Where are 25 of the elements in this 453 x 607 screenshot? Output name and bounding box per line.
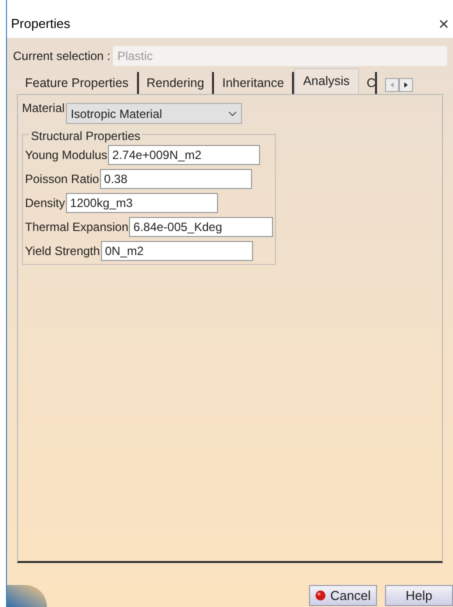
- material-dropdown[interactable]: Isotropic Material: [66, 103, 242, 124]
- field-label: Yield Strength: [25, 243, 100, 260]
- tab[interactable]: Analysis: [294, 68, 359, 94]
- field-label: Poisson Ratio: [25, 171, 100, 188]
- ball-icon: [315, 590, 326, 601]
- tab[interactable]: Feature Properties: [17, 72, 139, 94]
- field-label: Young Modulus: [25, 147, 108, 164]
- logo-drawing: [7, 585, 47, 607]
- scroll-right-icon[interactable]: [398, 78, 413, 92]
- value-field[interactable]: 0N_m2: [100, 241, 253, 261]
- field-label: Thermal Expansion: [25, 219, 128, 236]
- tab[interactable]: Rendering: [138, 72, 214, 94]
- value-field[interactable]: 0.38: [100, 169, 252, 189]
- value-field[interactable]: 2.74e+009N_m2: [108, 145, 260, 165]
- value-field[interactable]: 1200kg_m3: [66, 193, 218, 213]
- window-title: Properties: [11, 15, 70, 34]
- dialog-button[interactable]: Help: [385, 585, 453, 606]
- value-field[interactable]: 6.84e-005_Kdeg: [129, 217, 273, 237]
- field-label: Density: [25, 195, 66, 212]
- dialog-button[interactable]: Cancel: [309, 585, 377, 606]
- current-selection-label: Current selection :: [13, 48, 110, 65]
- chevron-down-icon: [228, 110, 237, 116]
- material-label: Material: [22, 100, 65, 117]
- close-button[interactable]: ×: [438, 15, 449, 33]
- current-selection-field: Plastic: [113, 46, 447, 66]
